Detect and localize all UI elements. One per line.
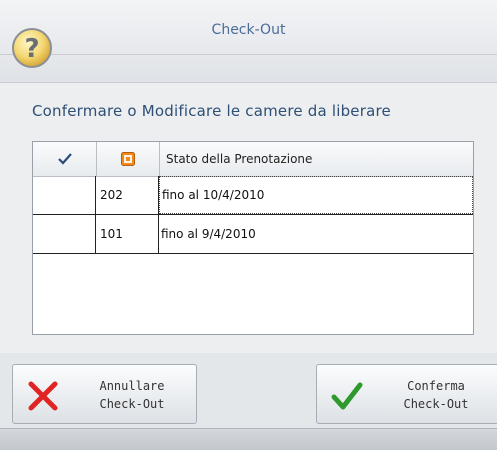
rooms-grid[interactable]: Stato della Prenotazione 202 fino al 10/…: [32, 141, 474, 335]
confirm-label-line1: Conferma: [407, 379, 465, 393]
row-room-cell[interactable]: 202: [96, 176, 159, 214]
header-room[interactable]: [96, 142, 160, 176]
cancel-label-line1: Annullare: [99, 379, 165, 393]
cancel-checkout-button[interactable]: Annullare Check-Out: [12, 364, 197, 424]
header-check[interactable]: [33, 142, 97, 176]
title-bar[interactable]: Check-Out ?: [0, 0, 497, 83]
table-row[interactable]: 202 fino al 10/4/2010: [33, 176, 473, 215]
title-separator: [0, 54, 497, 55]
svg-text:?: ?: [24, 34, 39, 64]
row-status-cell[interactable]: fino al 9/4/2010: [159, 215, 473, 253]
checkmark-icon: [57, 153, 72, 165]
checkout-dialog: Check-Out ? Confermare o Modificare le c…: [0, 0, 497, 450]
cancel-label-line2: Check-Out: [99, 397, 165, 411]
status-bar: [0, 428, 497, 450]
header-status[interactable]: Stato della Prenotazione: [159, 142, 473, 176]
row-room-cell[interactable]: 101: [96, 215, 159, 253]
row-check-cell[interactable]: [33, 215, 96, 253]
prompt-text: Confermare o Modificare le camere da lib…: [32, 102, 391, 120]
room-status-icon: [120, 152, 135, 166]
row-status-cell[interactable]: fino al 10/4/2010: [159, 176, 473, 214]
red-x-icon: [28, 381, 58, 411]
grid-header: Stato della Prenotazione: [33, 142, 473, 177]
confirm-checkout-button[interactable]: Conferma Check-Out: [316, 364, 497, 424]
green-check-icon: [331, 382, 363, 410]
window-title: Check-Out: [211, 22, 286, 38]
row-check-cell[interactable]: [33, 176, 96, 214]
question-icon: ?: [12, 28, 52, 68]
confirm-label-line2: Check-Out: [403, 397, 469, 411]
table-row[interactable]: 101 fino al 9/4/2010: [33, 215, 473, 254]
